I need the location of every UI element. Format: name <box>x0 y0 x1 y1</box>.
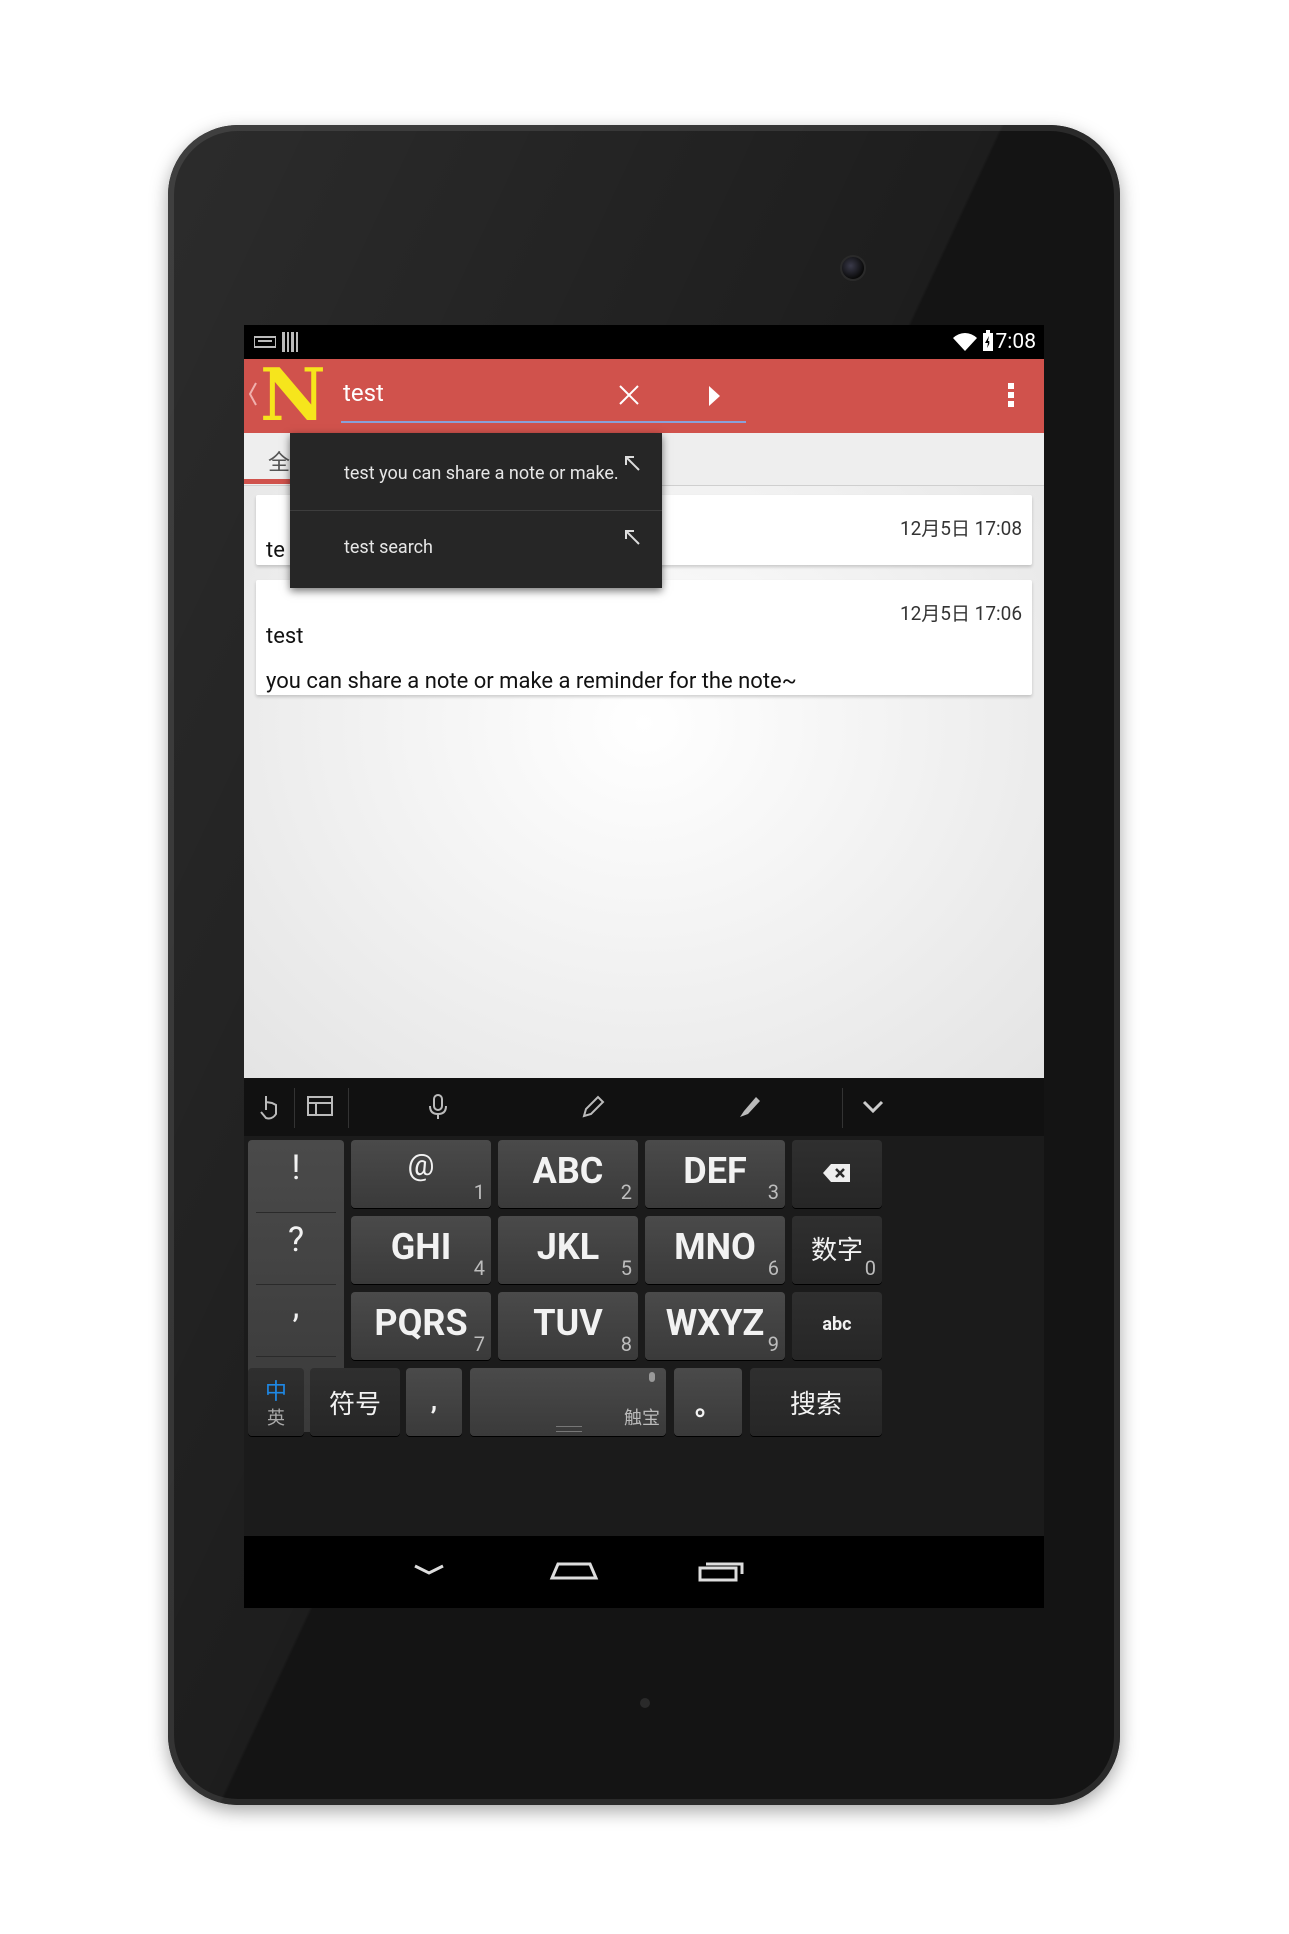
pencil-icon[interactable] <box>576 1090 610 1124</box>
insert-query-icon[interactable] <box>622 453 644 475</box>
home-icon[interactable] <box>544 1550 604 1590</box>
key-6[interactable]: MNO 6 <box>645 1216 785 1284</box>
status-time: 17:08 <box>983 330 1036 354</box>
backspace-icon <box>823 1164 850 1182</box>
play-arrow-icon[interactable] <box>699 379 729 413</box>
comma-key[interactable]: , <box>406 1368 462 1436</box>
key-3[interactable]: DEF 3 <box>645 1140 785 1208</box>
gesture-hand-icon[interactable] <box>252 1090 286 1124</box>
symbol-key[interactable]: ? <box>248 1220 344 1260</box>
note-card[interactable]: 12月5日 17:06 test you can share a note or… <box>256 580 1032 695</box>
barcode-status-icon <box>282 332 298 352</box>
delete-key[interactable] <box>792 1140 882 1208</box>
status-bar: 17:08 <box>244 325 1044 359</box>
search-input[interactable]: test <box>343 379 384 407</box>
language-switch-key[interactable]: 中 英 <box>248 1368 304 1436</box>
app-logo[interactable]: N <box>260 355 326 435</box>
back-icon[interactable] <box>399 1550 459 1590</box>
suggestion-item[interactable]: test you can share a note or make. <box>290 433 662 510</box>
suggestion-text: test you can share a note or make. <box>344 463 619 484</box>
light-sensor <box>640 1698 650 1708</box>
note-date: 12月5日 17:06 <box>899 602 1022 625</box>
pinyin-layout-icon[interactable] <box>304 1090 338 1124</box>
collapse-keyboard-icon[interactable] <box>856 1090 890 1124</box>
key-1[interactable]: @ 1 <box>351 1140 491 1208</box>
key-2[interactable]: ABC 2 <box>498 1140 638 1208</box>
recent-apps-icon[interactable] <box>692 1550 752 1590</box>
insert-query-icon[interactable] <box>622 527 644 549</box>
wifi-icon <box>953 333 977 351</box>
t9-keyboard: ! ? , . @ 1 ABC 2 DEF 3 G <box>244 1136 1044 1536</box>
front-camera <box>840 255 866 281</box>
note-date: 12月5日 17:08 <box>899 517 1022 540</box>
space-key[interactable]: 触宝 <box>470 1368 666 1436</box>
search-key[interactable]: 搜索 <box>750 1368 882 1436</box>
skin-brush-icon[interactable] <box>732 1090 766 1124</box>
voice-hint-icon <box>649 1372 655 1382</box>
symbol-key[interactable]: , <box>248 1286 344 1326</box>
period-key[interactable]: 。 <box>674 1368 742 1436</box>
note-title: te <box>266 538 285 563</box>
abc-key[interactable]: abc <box>792 1292 882 1360</box>
overflow-menu-icon[interactable] <box>999 375 1023 415</box>
microphone-icon[interactable] <box>421 1090 455 1124</box>
navigation-bar <box>244 1536 1044 1608</box>
symbol-key[interactable]: ! <box>248 1148 344 1188</box>
note-title: test <box>266 624 304 649</box>
key-7[interactable]: PQRS 7 <box>351 1292 491 1360</box>
keyboard-status-icon <box>254 336 276 348</box>
device-screen: 17:08 N test 全 12月5日 17:08 te 12月5日 17:0… <box>244 325 1044 1608</box>
back-chevron-icon[interactable] <box>248 381 258 407</box>
key-5[interactable]: JKL 5 <box>498 1216 638 1284</box>
search-suggestions: test you can share a note or make. test … <box>290 433 662 588</box>
key-4[interactable]: GHI 4 <box>351 1216 491 1284</box>
symbols-key[interactable]: 符号 <box>310 1368 400 1436</box>
search-underline <box>341 421 746 423</box>
clear-icon[interactable] <box>609 375 649 415</box>
suggestion-item[interactable]: test search <box>290 511 662 588</box>
numbers-key[interactable]: 数字 0 <box>792 1216 882 1284</box>
tab-all[interactable]: 全 <box>268 445 290 477</box>
ime-toolbar <box>244 1078 1044 1138</box>
key-8[interactable]: TUV 8 <box>498 1292 638 1360</box>
key-9[interactable]: WXYZ 9 <box>645 1292 785 1360</box>
action-bar: N test <box>244 355 1044 435</box>
suggestion-text: test search <box>344 537 433 558</box>
note-body: you can share a note or make a reminder … <box>266 669 797 694</box>
